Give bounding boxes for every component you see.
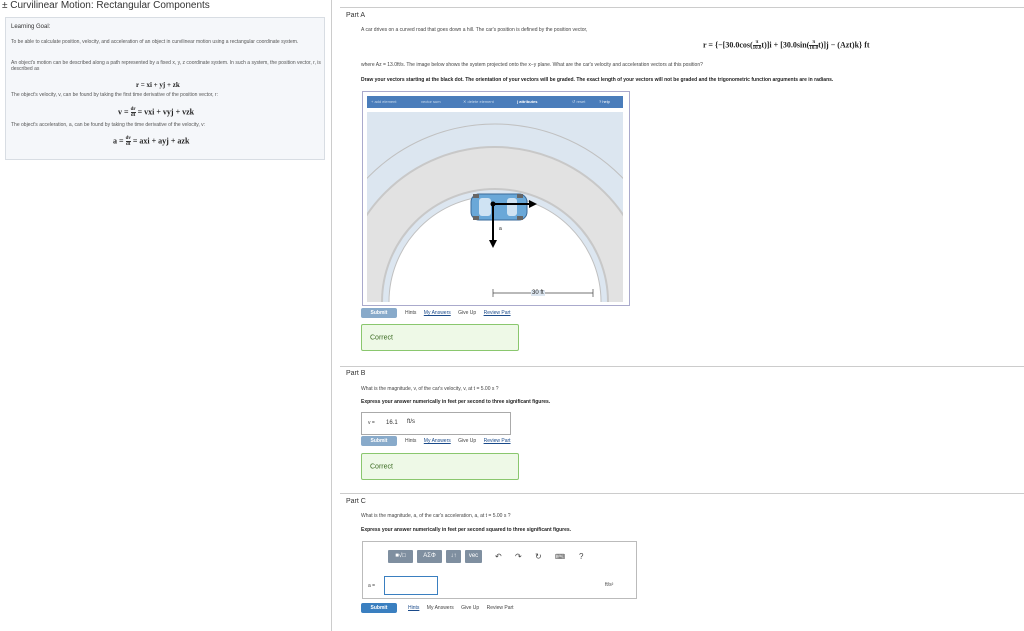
part-c-review-link[interactable]: Review Part — [487, 605, 514, 611]
part-b-links: Hints My Answers Give Up Review Part — [402, 438, 514, 444]
part-a-heading: Part A — [346, 12, 366, 19]
vector-button[interactable]: vec — [465, 550, 482, 563]
origin-dot — [490, 201, 496, 207]
part-c-give-up-link[interactable]: Give Up — [461, 605, 479, 611]
help-icon[interactable]: ? — [579, 552, 583, 561]
scale-label: 30 ft — [531, 290, 545, 296]
part-a-hints-link[interactable]: Hints — [405, 310, 416, 316]
part-a-status-text: Correct — [370, 334, 393, 341]
vector-toolbar: + add element vector sum ✕ delete elemen… — [367, 96, 623, 108]
part-b-give-up-link[interactable]: Give Up — [458, 438, 476, 444]
panel-divider — [331, 0, 332, 631]
add-element-button[interactable]: + add element — [371, 96, 396, 108]
part-c-heading: Part C — [346, 498, 366, 505]
part-b-submit-button[interactable]: Submit — [361, 436, 397, 446]
reset-icon[interactable]: ↻ — [535, 552, 542, 561]
sub-superscript-button[interactable]: ↓↑ — [446, 550, 461, 563]
part-c-question: What is the magnitude, a, of the car's a… — [361, 513, 511, 519]
road-diagram — [367, 123, 623, 302]
learning-goal-text: To be able to calculate position, veloci… — [11, 39, 299, 45]
learning-goal-velocity-text: The object's velocity, v, can be found b… — [11, 92, 218, 98]
part-a-instruction: Draw your vectors starting at the black … — [361, 77, 834, 83]
part-a-correct-banner: Correct — [361, 324, 519, 351]
part-a-my-answers-link[interactable]: My Answers — [424, 310, 451, 316]
part-b-answer-label: v = — [368, 420, 375, 426]
part-c-answer-label: a = — [368, 583, 376, 589]
acceleration-equation: a = dv dt = axi + ayj + azk — [113, 136, 190, 147]
learning-goal-position-text: An object's motion can be described alon… — [11, 60, 321, 72]
part-b-answer-unit: ft/s — [407, 419, 416, 425]
part-b-review-link[interactable]: Review Part — [484, 438, 511, 444]
part-b-divider — [340, 366, 1024, 367]
part-b-status-text: Correct — [370, 463, 393, 470]
part-b-question: What is the magnitude, v, of the car's v… — [361, 386, 499, 392]
part-c-instruction: Express your answer numerically in feet … — [361, 527, 572, 533]
part-a-review-link[interactable]: Review Part — [484, 310, 511, 316]
part-a-intro: A car drives on a curved road that goes … — [361, 27, 588, 33]
part-b-correct-banner: Correct — [361, 453, 519, 480]
attributes-button[interactable]: | attributes — [517, 96, 537, 108]
page-title: ± Curvilinear Motion: Rectangular Compon… — [2, 0, 210, 11]
part-b-answer-box: v = 16.1 ft/s — [361, 412, 511, 435]
part-b-answer-value[interactable]: 16.1 — [386, 420, 398, 426]
part-a-links: Hints My Answers Give Up Review Part — [402, 310, 514, 316]
part-c-links: Hints My Answers Give Up Review Part — [405, 605, 517, 611]
part-c-answer-input[interactable] — [384, 576, 438, 595]
redo-icon[interactable]: ↷ — [515, 552, 522, 561]
part-a-submit-button[interactable]: Submit — [361, 308, 397, 318]
vector-canvas[interactable]: a 30 ft — [367, 112, 623, 302]
part-b-instruction: Express your answer numerically in feet … — [361, 399, 551, 405]
part-c-hints-link[interactable]: Hints — [408, 605, 419, 611]
greek-symbols-button[interactable]: ΑΣΦ — [417, 550, 442, 563]
part-b-heading: Part B — [346, 370, 366, 377]
part-c-divider — [340, 493, 1024, 494]
reset-button[interactable]: ↺ reset — [572, 96, 585, 108]
part-c-answer-unit: ft/s² — [605, 582, 614, 588]
part-a-where-text: where Az = 13.0ft/s. The image below sho… — [361, 62, 703, 68]
learning-goal-acceleration-text: The object's acceleration, a, can be fou… — [11, 122, 206, 128]
vector-sum-button[interactable]: vector sum — [421, 96, 441, 108]
car-icon — [470, 193, 528, 221]
learning-goal-heading: Learning Goal: — [11, 24, 51, 30]
delete-element-button[interactable]: ✕ delete element — [463, 96, 494, 108]
part-c-my-answers-link[interactable]: My Answers — [427, 605, 454, 611]
position-equation: r = xi + yj + zk — [136, 81, 180, 89]
undo-icon[interactable]: ↶ — [495, 552, 502, 561]
part-c-equation-editor: ■√□ ΑΣΦ ↓↑ vec ↶ ↷ ↻ ⌨ ? a = ft/s² — [362, 541, 637, 599]
part-a-give-up-link[interactable]: Give Up — [458, 310, 476, 316]
part-a-position-equation: r = {−[30.0cos(π 10.0 t)]i + [30.0sin(π 10.… — [703, 40, 870, 51]
help-button[interactable]: ? help — [599, 96, 610, 108]
vector-drawing-tool: + add element vector sum ✕ delete elemen… — [362, 91, 630, 306]
part-b-my-answers-link[interactable]: My Answers — [424, 438, 451, 444]
keyboard-icon[interactable]: ⌨ — [555, 553, 565, 561]
template-button[interactable]: ■√□ — [388, 550, 413, 563]
acceleration-vector-label: a — [499, 226, 502, 232]
velocity-equation: v = dr dt = vxi + vyj + vzk — [118, 107, 195, 118]
part-b-hints-link[interactable]: Hints — [405, 438, 416, 444]
learning-goal-box: Learning Goal: To be able to calculate p… — [5, 17, 325, 160]
part-c-submit-button[interactable]: Submit — [361, 603, 397, 613]
part-a-divider — [340, 7, 1024, 8]
